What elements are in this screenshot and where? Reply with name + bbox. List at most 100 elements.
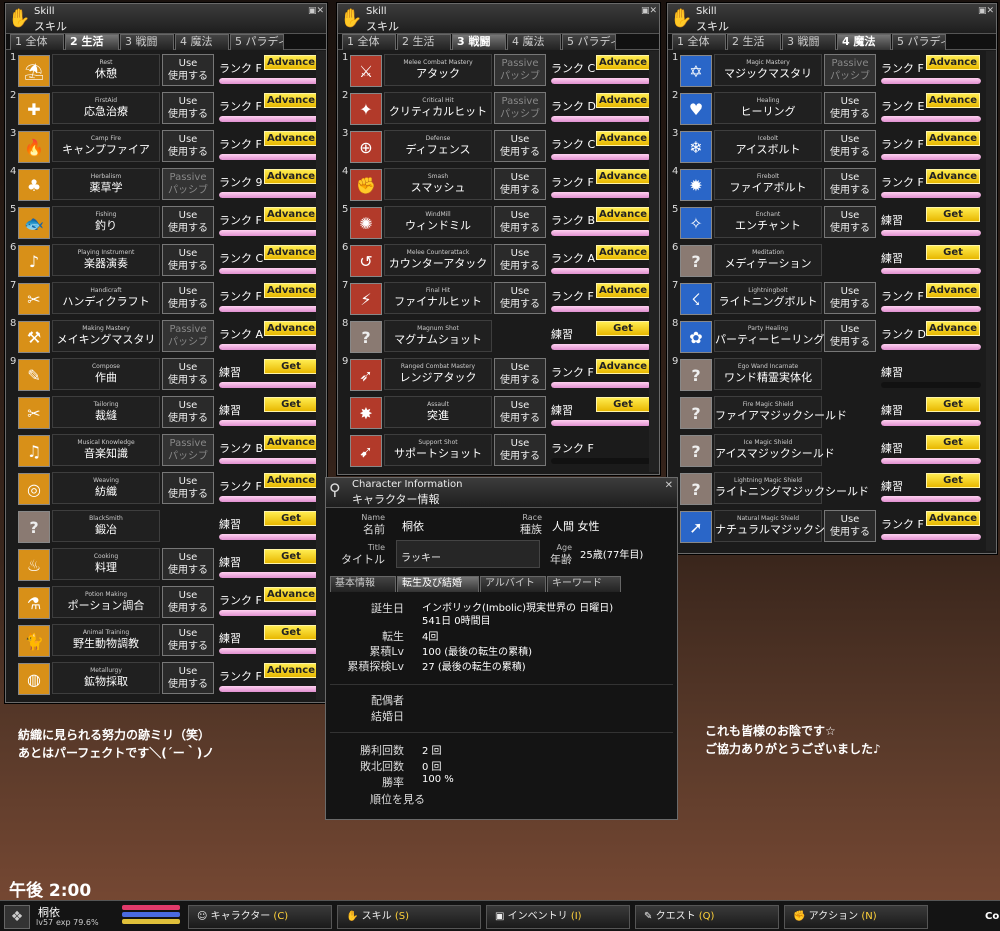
making-mastery-icon[interactable]: ⚒ [18,321,50,353]
get-button[interactable]: Get [264,549,318,564]
use-skill-button[interactable]: Use 使用する [824,510,876,542]
advance-button[interactable]: Advance [926,131,980,146]
enchant-icon[interactable]: ✧ [680,207,712,239]
get-button[interactable]: Get [264,397,318,412]
advance-button[interactable]: Advance [264,93,318,108]
advance-button[interactable]: Advance [264,321,318,336]
advance-button[interactable]: Advance [264,473,318,488]
skill-window-magic[interactable]: ✋Skillスキル▣✕1 全体2 生活3 戦闘4 魔法5 パラディン1✡Magi… [667,3,997,554]
use-skill-button[interactable]: Use 使用する [162,358,214,390]
use-skill-button[interactable]: Use 使用する [494,358,546,390]
get-button[interactable]: Get [926,207,980,222]
advance-button[interactable]: Advance [596,131,650,146]
advance-button[interactable]: Advance [264,207,318,222]
skill-window-titlebar[interactable]: ✋ Skill スキル ▣✕ [338,4,659,34]
advance-button[interactable]: Advance [264,131,318,146]
use-skill-button[interactable]: Use 使用する [162,54,214,86]
cooking-icon[interactable]: ♨ [18,549,50,581]
tab-skill-category[interactable]: 1 全体 [342,34,396,50]
attack-icon[interactable]: ⚔ [350,55,382,87]
get-button[interactable]: Get [264,359,318,374]
use-skill-button[interactable]: Use 使用する [494,282,546,314]
quest-button[interactable]: ✎ クエスト (Q) [635,905,779,929]
get-button[interactable]: Get [264,511,318,526]
handicraft-icon[interactable]: ✂ [18,283,50,315]
action-button[interactable]: ✊ アクション (N) [784,905,928,929]
advance-button[interactable]: Advance [264,55,318,70]
final-hit-icon[interactable]: ⚡ [350,283,382,315]
party-healing-icon[interactable]: ✿ [680,321,712,353]
metallurgy-icon[interactable]: ◍ [18,663,50,695]
counterattack-icon[interactable]: ↺ [350,245,382,277]
lightning-magic-shield-icon[interactable]: ? [680,473,712,505]
weaving-icon[interactable]: ◎ [18,473,50,505]
close-icon[interactable]: ✕ [665,480,673,491]
scrollbar[interactable] [649,51,659,472]
skill-window-life[interactable]: ✋Skillスキル▣✕1 全体2 生活3 戦闘4 魔法5 パラディン1⛱Rest… [5,3,327,703]
skill-button[interactable]: ✋ スキル (S) [337,905,481,929]
use-skill-button[interactable]: Use 使用する [494,396,546,428]
tab-skill-category[interactable]: 1 全体 [10,34,64,50]
tab-skill-category[interactable]: 3 戦闘 [120,34,174,50]
use-skill-button[interactable]: Use 使用する [494,434,546,466]
advance-button[interactable]: Advance [264,587,318,602]
ranged-attack-icon[interactable]: ➶ [350,359,382,391]
use-skill-button[interactable]: Use 使用する [162,396,214,428]
natural-magic-shield-icon[interactable]: ➚ [680,511,712,543]
compose-icon[interactable]: ✎ [18,359,50,391]
rest-icon[interactable]: ⛱ [18,55,50,87]
use-skill-button[interactable]: Use 使用する [494,168,546,200]
tab-basic-info[interactable]: 基本情報 [330,576,396,592]
advance-button[interactable]: Advance [926,283,980,298]
advance-button[interactable]: Advance [926,55,980,70]
use-skill-button[interactable]: Use 使用する [824,320,876,352]
use-skill-button[interactable]: Use 使用する [494,130,546,162]
character-info-window[interactable]: ⚲ Character Information キャラクター情報 ✕ Name 名… [325,477,678,820]
advance-button[interactable]: Advance [264,663,318,678]
get-button[interactable]: Get [926,245,980,260]
tab-skill-category[interactable]: 4 魔法 [507,34,561,50]
tab-part-time[interactable]: アルバイト [480,576,546,592]
use-skill-button[interactable]: Use 使用する [162,92,214,124]
use-skill-button[interactable]: Use 使用する [824,92,876,124]
scrollbar[interactable] [986,51,996,551]
firebolt-icon[interactable]: ✹ [680,169,712,201]
view-ranking-link[interactable]: 順位を見る [370,791,425,807]
get-button[interactable]: Get [264,625,318,640]
close-icon[interactable]: ▣✕ [308,6,324,16]
potion-icon[interactable]: ⚗ [18,587,50,619]
skill-window-combat[interactable]: ✋Skillスキル▣✕1 全体2 生活3 戦闘4 魔法5 パラディン1⚔Mele… [337,3,660,475]
advance-button[interactable]: Advance [596,169,650,184]
character-button[interactable]: ☺ キャラクター (C) [188,905,332,929]
tab-skill-category[interactable]: 2 生活 [727,34,781,50]
advance-button[interactable]: Advance [926,169,980,184]
use-skill-button[interactable]: Use 使用する [162,282,214,314]
tailoring-icon[interactable]: ✂ [18,397,50,429]
magnum-shot-icon[interactable]: ? [350,321,382,353]
tab-skill-category[interactable]: 1 全体 [672,34,726,50]
advance-button[interactable]: Advance [264,245,318,260]
get-button[interactable]: Get [596,321,650,336]
tab-skill-category[interactable]: 4 魔法 [175,34,229,50]
icebolt-icon[interactable]: ❄ [680,131,712,163]
use-skill-button[interactable]: Use 使用する [162,472,214,504]
musical-knowledge-icon[interactable]: ♫ [18,435,50,467]
blacksmith-icon[interactable]: ? [18,511,50,543]
herbalism-icon[interactable]: ♣ [18,169,50,201]
tab-skill-category[interactable]: 2 生活 [397,34,451,50]
title-field[interactable]: ラッキー [396,540,540,568]
use-skill-button[interactable]: Use 使用する [162,662,214,694]
close-icon[interactable]: ▣✕ [641,6,657,16]
tab-skill-category[interactable]: 3 戦闘 [452,34,506,50]
tab-skill-category[interactable]: 2 生活 [65,34,119,50]
use-skill-button[interactable]: Use 使用する [162,206,214,238]
fire-magic-shield-icon[interactable]: ? [680,397,712,429]
get-button[interactable]: Get [596,397,650,412]
advance-button[interactable]: Advance [596,207,650,222]
use-skill-button[interactable]: Use 使用する [494,244,546,276]
first-aid-icon[interactable]: ✚ [18,93,50,125]
meditation-icon[interactable]: ? [680,245,712,277]
instrument-icon[interactable]: ♪ [18,245,50,277]
skill-window-titlebar[interactable]: ✋ Skill スキル ▣✕ [668,4,996,34]
defense-icon[interactable]: ⊕ [350,131,382,163]
